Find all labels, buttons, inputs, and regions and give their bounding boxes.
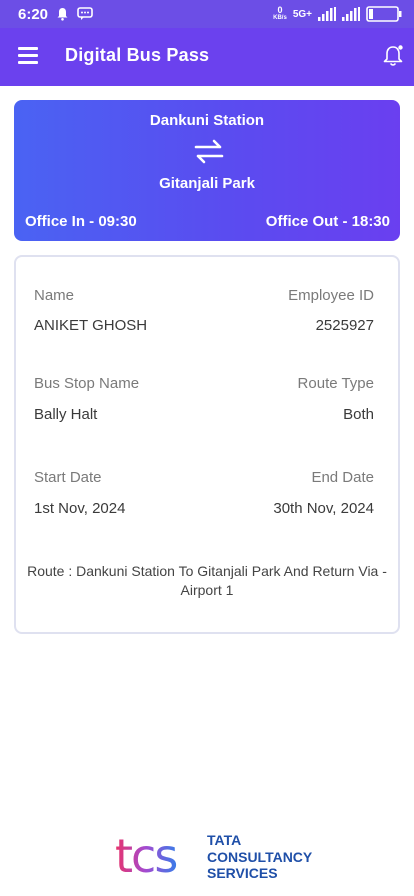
bus-stop-value: Bally Halt [34,406,98,423]
pass-details-card: Name Employee ID ANIKET GHOSH 2525927 Bu… [14,255,400,634]
svg-text:tcs: tcs [115,829,176,883]
status-bar: 6:20 0 KB/s 5G+ [0,0,414,28]
page-title: Digital Bus Pass [65,45,210,65]
menu-icon[interactable] [18,47,38,64]
office-out-time: Office Out - 18:30 [265,213,390,230]
status-time: 6:20 [18,5,49,23]
tcs-logo: tcs TATA CONSULTANCY SERVICES [115,828,325,884]
name-label: Name [34,287,75,304]
employee-id-value: 2525927 [315,317,374,334]
tcs-line-2: CONSULTANCY [207,848,313,865]
bus-stop-label: Bus Stop Name [34,375,140,392]
signal-icon-2 [342,7,360,21]
route-from: Dankuni Station [149,112,265,129]
name-value: ANIKET GHOSH [34,317,148,334]
net-speed-unit: KB/s [273,15,287,21]
app-bar: Digital Bus Pass [0,28,414,86]
battery-icon [366,6,402,22]
network-type: 5G+ [292,8,312,20]
tcs-wordmark: TATA CONSULTANCY SERVICES [207,832,312,882]
tcs-logo-mark: tcs [115,829,178,883]
swap-arrows-icon [194,139,224,164]
net-speed-value: 0 [277,5,283,15]
route-type-label: Route Type [297,375,374,392]
route-type-value: Both [343,406,374,423]
start-date-value: 1st Nov, 2024 [34,500,126,517]
notification-bell-icon[interactable] [382,44,404,68]
office-in-time: Office In - 09:30 [25,213,137,230]
employee-id-label: Employee ID [288,287,374,304]
message-icon [77,7,93,20]
start-date-label: Start Date [34,469,102,486]
route-description: Route : Dankuni Station To Gitanjali Par… [27,563,387,598]
tcs-line-3: SERVICES [207,865,278,881]
signal-icon [318,7,336,21]
route-card: Dankuni Station Gitanjali Park Office In… [14,100,400,241]
notification-bell-icon [57,8,68,21]
end-date-value: 30th Nov, 2024 [273,500,374,517]
route-to: Gitanjali Park [159,175,255,192]
tcs-line-1: TATA [207,832,242,848]
end-date-label: End Date [311,469,374,486]
